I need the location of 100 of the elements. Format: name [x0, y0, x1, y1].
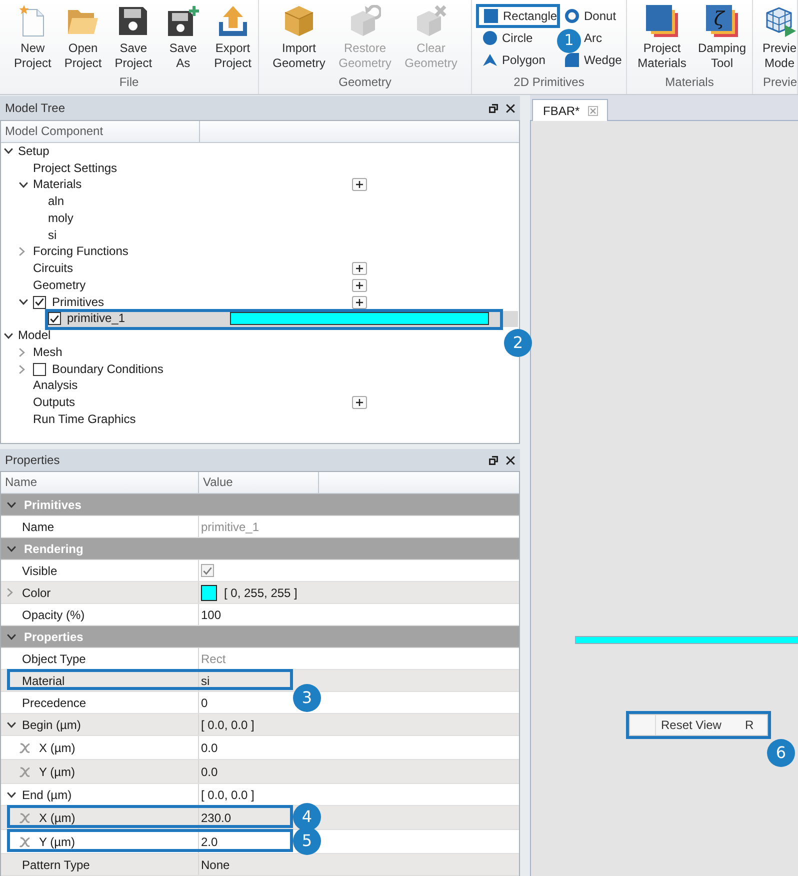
- cube-icon: [283, 5, 315, 37]
- restore-window-icon[interactable]: [489, 456, 498, 464]
- tree-item[interactable]: Analysis: [33, 378, 78, 394]
- group-label: File: [119, 75, 139, 91]
- color-swatch-icon[interactable]: [201, 584, 217, 600]
- chevron-down-icon[interactable]: [19, 182, 28, 188]
- section-label: Primitives: [24, 498, 82, 512]
- chevron-right-icon[interactable]: [19, 348, 25, 357]
- tree-item[interactable]: primitive_1: [67, 311, 126, 326]
- chevron-down-icon[interactable]: [7, 546, 16, 552]
- add-button[interactable]: [352, 278, 367, 292]
- ring-icon: [565, 9, 579, 23]
- column-header: Name: [1, 472, 199, 493]
- property-value[interactable]: 0: [201, 696, 208, 710]
- checkbox[interactable]: [33, 362, 46, 376]
- section-label: Properties: [24, 630, 84, 644]
- property-value[interactable]: si: [201, 674, 210, 688]
- circle-icon: [483, 31, 497, 45]
- checkbox[interactable]: [33, 296, 46, 309]
- chevron-down-icon[interactable]: [7, 634, 16, 640]
- property-value[interactable]: 100: [201, 608, 222, 622]
- ribbon-button[interactable]: ζ Damping Tool: [693, 3, 751, 71]
- chevron-down-icon[interactable]: [7, 722, 16, 728]
- plus-icon: [356, 282, 363, 289]
- property-value[interactable]: 0.0: [201, 764, 218, 778]
- property-value[interactable]: 2.0: [201, 834, 218, 848]
- chevron-down-icon[interactable]: [4, 148, 13, 154]
- triangle-icon: [483, 53, 497, 67]
- callout-badge: 6: [767, 739, 795, 767]
- tree-item[interactable]: Outputs: [33, 395, 76, 410]
- tree-item[interactable]: si: [48, 228, 57, 243]
- add-button[interactable]: [352, 396, 367, 410]
- close-icon[interactable]: [506, 456, 515, 464]
- tree-item[interactable]: Materials: [33, 177, 82, 192]
- ribbon-button[interactable]: Save As: [161, 3, 206, 71]
- property-name: Opacity (%): [22, 608, 85, 622]
- property-name: Material: [22, 674, 65, 688]
- add-button[interactable]: [352, 296, 367, 309]
- ribbon-button[interactable]: New Project: [10, 3, 56, 71]
- tree-item[interactable]: Circuits: [33, 261, 74, 276]
- property-value[interactable]: [ 0.0, 0.0 ]: [201, 718, 254, 732]
- group-label: 2D Primitives: [514, 75, 584, 91]
- chevron-down-icon[interactable]: [7, 792, 16, 798]
- shape-tool-button[interactable]: Donut: [562, 9, 616, 23]
- upload-tray-icon: [216, 5, 249, 37]
- menu-item[interactable]: Reset View: [661, 718, 745, 732]
- add-button[interactable]: [352, 178, 367, 192]
- property-name: Precedence: [22, 696, 86, 710]
- shape-tool-button[interactable]: Arc: [582, 31, 603, 45]
- document-tab[interactable]: FBAR*: [532, 99, 608, 121]
- script-x-icon: [19, 836, 31, 848]
- chevron-down-icon[interactable]: [19, 299, 28, 306]
- cube-arrow-icon: [349, 5, 381, 37]
- tree-item[interactable]: Run Time Graphics: [33, 412, 136, 427]
- chevron-right-icon[interactable]: [19, 247, 25, 256]
- restore-window-icon[interactable]: [489, 104, 498, 112]
- ribbon-button[interactable]: Export Project: [210, 3, 256, 71]
- tree-item[interactable]: Model: [18, 328, 51, 344]
- tree-item[interactable]: Boundary Conditions: [52, 362, 164, 377]
- ribbon-button[interactable]: Previe Mode: [762, 3, 797, 71]
- tree-item[interactable]: Forcing Functions: [33, 244, 128, 260]
- highlighted-tool-button[interactable]: Rectangle: [476, 4, 560, 28]
- property-name: Name: [22, 520, 54, 534]
- shape-tool-button[interactable]: Polygon: [480, 53, 546, 67]
- property-name: Visible: [22, 564, 58, 578]
- property-value[interactable]: None: [201, 858, 230, 872]
- tree-item[interactable]: Setup: [18, 144, 50, 159]
- plus-icon: [356, 298, 363, 306]
- checkbox[interactable]: [48, 312, 61, 326]
- ribbon-button[interactable]: Open Project: [60, 3, 106, 71]
- shape-tool-button[interactable]: Wedge: [562, 53, 622, 67]
- chevron-down-icon[interactable]: [7, 502, 16, 508]
- property-value[interactable]: 230.0: [201, 810, 232, 824]
- close-icon[interactable]: [506, 104, 515, 112]
- script-x-icon: [19, 766, 31, 778]
- column-header: Model Component: [1, 121, 200, 142]
- tree-item[interactable]: Mesh: [33, 344, 62, 360]
- shortcut-key: R: [745, 718, 754, 732]
- ribbon-button[interactable]: Save Project: [110, 3, 156, 71]
- shape-tool-button[interactable]: Circle: [480, 31, 533, 45]
- callout-badge: 1: [557, 28, 581, 52]
- add-button[interactable]: [352, 262, 367, 276]
- property-value[interactable]: [ 0.0, 0.0 ]: [201, 788, 254, 802]
- color-bar[interactable]: [230, 312, 489, 326]
- ribbon-button[interactable]: Import Geometry: [267, 3, 331, 71]
- chevron-down-icon[interactable]: [4, 332, 13, 339]
- tree-item[interactable]: Project Settings: [33, 160, 118, 176]
- property-value[interactable]: [ 0, 255, 255 ]: [224, 586, 298, 600]
- property-name: End (µm): [22, 788, 72, 802]
- tree-item[interactable]: aln: [48, 194, 64, 210]
- property-value[interactable]: 0.0: [201, 740, 218, 754]
- chevron-right-icon[interactable]: [19, 364, 25, 374]
- ribbon-button[interactable]: Project Materials: [633, 3, 691, 71]
- plus-icon: [356, 265, 363, 272]
- tree-item[interactable]: moly: [48, 210, 74, 226]
- grid-cube-icon: [764, 5, 796, 37]
- callout-badge: 3: [293, 684, 321, 712]
- tree-item[interactable]: Geometry: [33, 278, 86, 293]
- column-header: Value: [199, 472, 319, 493]
- tree-item[interactable]: Primitives: [52, 294, 104, 310]
